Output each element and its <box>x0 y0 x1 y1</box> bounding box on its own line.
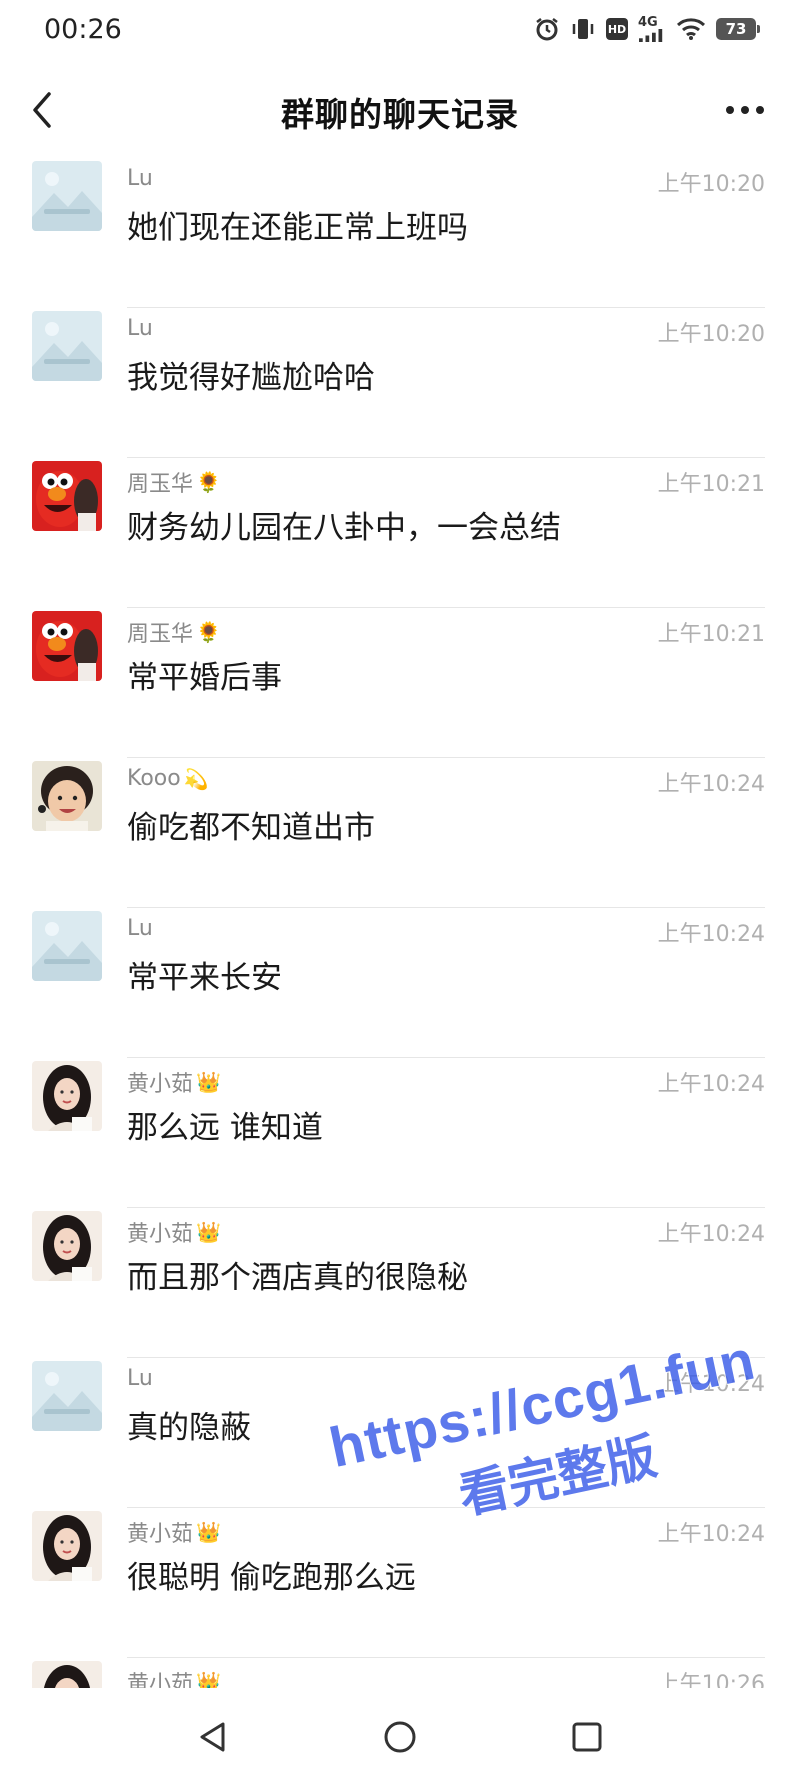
sender-name: 黄小茹 👑 <box>127 1516 221 1548</box>
sender-badge-emoji: 💫 <box>183 766 209 791</box>
sender-name-text: 黄小茹 <box>127 1522 194 1547</box>
sender-name: Lu <box>127 916 153 941</box>
message-time: 上午10:20 <box>657 322 765 347</box>
sender-name: Kooo 💫 <box>127 766 209 791</box>
battery-icon: 73 <box>716 16 760 42</box>
sender-name: Lu <box>127 1366 153 1391</box>
sender-name-text: Lu <box>127 916 153 941</box>
message-text: 财务幼儿园在八卦中，一会总结 <box>127 510 561 546</box>
sender-name: Lu <box>127 316 153 341</box>
message-item[interactable]: 周玉华 🌻 上午10:21 财务幼儿园在八卦中，一会总结 <box>0 458 800 608</box>
page-title: 群聊的聊天记录 <box>281 95 519 134</box>
sender-name: 黄小茹 👑 <box>127 1216 221 1248</box>
message-time: 上午10:24 <box>657 1522 765 1547</box>
message-time: 上午10:20 <box>657 172 765 197</box>
system-nav-bar <box>0 1690 800 1784</box>
sender-name-text: Kooo <box>127 766 181 791</box>
message-item[interactable]: 黄小茹 👑 上午10:26 <box>0 1658 800 1688</box>
message-time: 上午10:26 <box>657 1672 765 1688</box>
sender-name: 周玉华 🌻 <box>127 466 221 498</box>
avatar[interactable] <box>32 161 102 231</box>
message-text: 我觉得好尴尬哈哈 <box>127 360 375 396</box>
sender-name-text: Lu <box>127 316 153 341</box>
message-time: 上午10:24 <box>657 922 765 947</box>
triangle-back-icon <box>200 1722 225 1752</box>
sender-name: 黄小茹 👑 <box>127 1666 221 1688</box>
sender-name-text: Lu <box>127 1366 153 1391</box>
sender-badge-emoji: 👑 <box>196 1520 221 1544</box>
message-text: 偷吃都不知道出市 <box>127 810 375 846</box>
avatar[interactable] <box>32 1361 102 1431</box>
message-time: 上午10:24 <box>657 1072 765 1097</box>
message-text: 真的隐蔽 <box>127 1410 251 1446</box>
message-time: 上午10:21 <box>657 472 765 497</box>
message-text: 很聪明 偷吃跑那么远 <box>127 1560 416 1596</box>
status-icons: HD 4G 73 <box>534 16 760 42</box>
status-bar: 00:26 HD 4G 73 <box>0 0 800 62</box>
avatar[interactable] <box>32 1061 102 1131</box>
more-button[interactable] <box>720 92 770 128</box>
wifi-icon <box>676 16 706 42</box>
avatar[interactable] <box>32 311 102 381</box>
cellular-signal-icon: 4G <box>638 16 666 42</box>
avatar[interactable] <box>32 611 102 681</box>
status-time: 00:26 <box>44 14 122 45</box>
more-horizontal-icon <box>726 106 764 114</box>
avatar[interactable] <box>32 1511 102 1581</box>
sender-badge-emoji: 👑 <box>196 1670 221 1688</box>
message-item[interactable]: Lu 上午10:24 真的隐蔽 <box>0 1358 800 1508</box>
message-time: 上午10:21 <box>657 622 765 647</box>
message-time: 上午10:24 <box>657 1222 765 1247</box>
avatar[interactable] <box>32 761 102 831</box>
message-text: 那么远 谁知道 <box>127 1110 323 1146</box>
sender-name-text: 周玉华 <box>127 622 194 647</box>
message-time: 上午10:24 <box>657 1372 765 1397</box>
sender-badge-emoji: 🌻 <box>196 620 221 644</box>
message-list[interactable]: Lu 上午10:20 她们现在还能正常上班吗 Lu 上午10:20 我觉得好尴尬哈哈周玉华… <box>0 158 800 1688</box>
message-item[interactable]: Lu 上午10:24 常平来长安 <box>0 908 800 1058</box>
message-text: 她们现在还能正常上班吗 <box>127 210 468 246</box>
header: 群聊的聊天记录 <box>0 62 800 158</box>
vibrate-icon <box>570 16 596 42</box>
sender-name-text: 黄小茹 <box>127 1672 194 1688</box>
message-item[interactable]: Lu 上午10:20 她们现在还能正常上班吗 <box>0 158 800 308</box>
sender-name-text: 黄小茹 <box>127 1072 194 1097</box>
message-item[interactable]: Lu 上午10:20 我觉得好尴尬哈哈 <box>0 308 800 458</box>
avatar[interactable] <box>32 911 102 981</box>
message-item[interactable]: Kooo 💫 上午10:24 偷吃都不知道出市 <box>0 758 800 908</box>
avatar[interactable] <box>32 1211 102 1281</box>
avatar[interactable] <box>32 461 102 531</box>
sender-name: Lu <box>127 166 153 191</box>
nav-recents-button[interactable] <box>557 1707 617 1767</box>
hd-icon: HD <box>606 16 628 42</box>
sender-badge-emoji: 🌻 <box>196 470 221 494</box>
message-item[interactable]: 周玉华 🌻 上午10:21 常平婚后事 <box>0 608 800 758</box>
nav-back-button[interactable] <box>183 1707 243 1767</box>
sender-name-text: 周玉华 <box>127 472 194 497</box>
alarm-icon <box>534 16 560 42</box>
nav-home-button[interactable] <box>370 1707 430 1767</box>
sender-badge-emoji: 👑 <box>196 1220 221 1244</box>
avatar[interactable] <box>32 1661 102 1688</box>
message-item[interactable]: 黄小茹 👑 上午10:24 那么远 谁知道 <box>0 1058 800 1208</box>
message-text: 而且那个酒店真的很隐秘 <box>127 1260 468 1296</box>
circle-home-icon <box>384 1721 416 1753</box>
message-text: 常平来长安 <box>127 960 282 996</box>
message-text: 常平婚后事 <box>127 660 282 696</box>
message-item[interactable]: 黄小茹 👑 上午10:24 很聪明 偷吃跑那么远 <box>0 1508 800 1658</box>
sender-name-text: 黄小茹 <box>127 1222 194 1247</box>
square-recents-icon <box>572 1722 602 1752</box>
sender-name: 黄小茹 👑 <box>127 1066 221 1098</box>
sender-badge-emoji: 👑 <box>196 1070 221 1094</box>
sender-name: 周玉华 🌻 <box>127 616 221 648</box>
message-time: 上午10:24 <box>657 772 765 797</box>
message-item[interactable]: 黄小茹 👑 上午10:24 而且那个酒店真的很隐秘 <box>0 1208 800 1358</box>
sender-name-text: Lu <box>127 166 153 191</box>
